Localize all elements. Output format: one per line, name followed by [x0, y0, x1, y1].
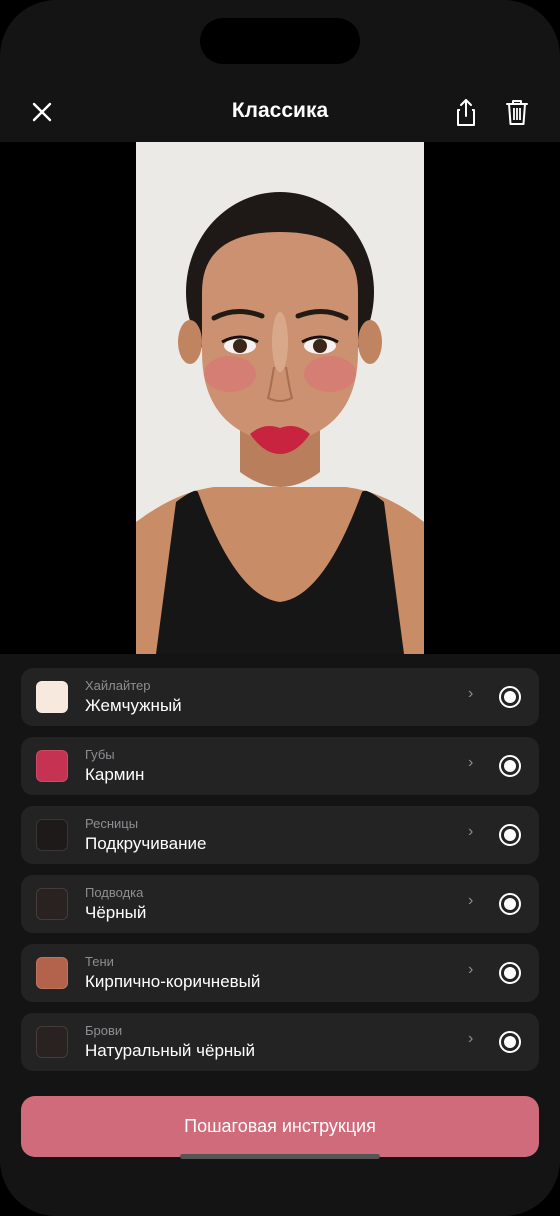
list-item-brows[interactable]: Брови Натуральный чёрный ›	[21, 1013, 539, 1071]
chevron-right-icon: ›	[468, 961, 474, 978]
list-item-highlighter[interactable]: Хайлайтер Жемчужный ›	[21, 668, 539, 726]
selected-radio[interactable]	[499, 686, 521, 708]
chevron-right-icon: ›	[468, 823, 474, 840]
chevron-right-icon: ›	[468, 685, 474, 702]
item-value: Натуральный чёрный	[85, 1041, 256, 1060]
makeup-preview-photo	[136, 142, 424, 654]
item-value: Кармин	[85, 765, 145, 784]
color-swatch	[36, 681, 68, 713]
item-value: Чёрный	[85, 903, 147, 922]
list-item-eyeliner[interactable]: Подводка Чёрный ›	[21, 875, 539, 933]
share-icon	[457, 99, 475, 126]
list-item-lips[interactable]: Губы Кармин ›	[21, 737, 539, 795]
delete-button[interactable]	[501, 96, 533, 128]
item-category: Хайлайтер	[85, 678, 151, 693]
selected-radio[interactable]	[499, 1031, 521, 1053]
chevron-right-icon: ›	[468, 754, 474, 771]
dynamic-island	[200, 18, 360, 64]
item-category: Брови	[85, 1023, 123, 1038]
item-value: Кирпично-коричневый	[85, 972, 261, 991]
list-item-eyeshadow[interactable]: Тени Кирпично-коричневый ›	[21, 944, 539, 1002]
item-category: Ресницы	[85, 816, 139, 831]
item-value: Подкручивание	[85, 834, 207, 853]
color-swatch	[36, 819, 68, 851]
chevron-right-icon: ›	[468, 1030, 474, 1047]
item-category: Тени	[85, 954, 114, 969]
makeup-list: Хайлайтер Жемчужный › Губы Кармин › Ресн…	[0, 654, 560, 1216]
color-swatch	[36, 1026, 68, 1058]
app-screen: Классика Хайлайтер Жемчужный › Губы Карм…	[0, 0, 560, 1216]
chevron-right-icon: ›	[468, 892, 474, 909]
item-value: Жемчужный	[85, 696, 182, 715]
color-swatch	[36, 888, 68, 920]
selected-radio[interactable]	[499, 893, 521, 915]
color-swatch	[36, 957, 68, 989]
item-category: Подводка	[85, 885, 144, 900]
home-indicator	[180, 1154, 380, 1159]
preview-area	[0, 142, 560, 654]
trash-icon	[506, 100, 528, 125]
selected-radio[interactable]	[499, 962, 521, 984]
list-item-lashes[interactable]: Ресницы Подкручивание ›	[21, 806, 539, 864]
top-bar: Классика	[0, 80, 560, 142]
share-button[interactable]	[450, 96, 482, 128]
step-by-step-button[interactable]: Пошаговая инструкция	[21, 1096, 539, 1157]
selected-radio[interactable]	[499, 755, 521, 777]
item-category: Губы	[85, 747, 115, 762]
color-swatch	[36, 750, 68, 782]
selected-radio[interactable]	[499, 824, 521, 846]
